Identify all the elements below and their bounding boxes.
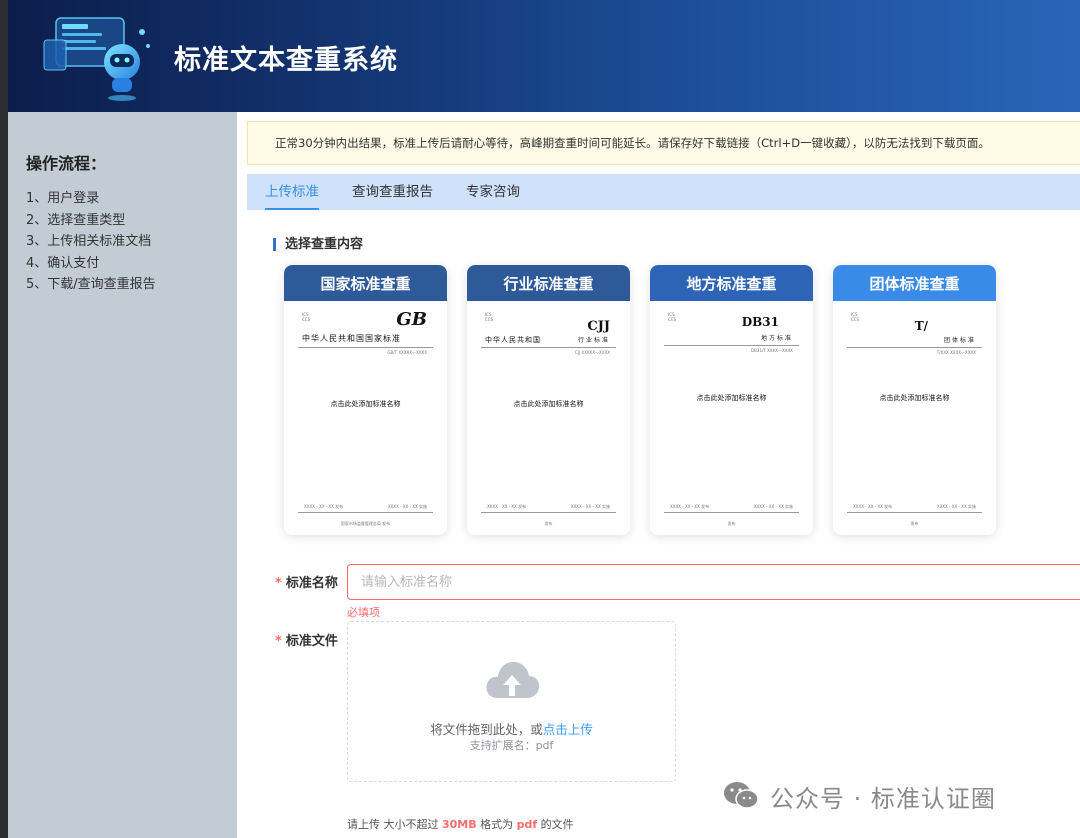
doc-code: CJJ xyxy=(587,319,610,334)
main-content: 正常30分钟内出结果，标准上传后请耐心等待，高峰期查重时间可能延长。请保存好下载… xyxy=(237,112,1080,838)
card-title: 地方标准查重 xyxy=(650,265,813,301)
card-title: 团体标准查重 xyxy=(833,265,996,301)
doc-number: DB31/T XXXX—XXXX xyxy=(751,348,793,353)
card-title: 国家标准查重 xyxy=(284,265,447,301)
section-title: 选择查重内容 xyxy=(273,238,363,251)
doc-number: T/XXX XXXX—XXXX xyxy=(936,350,976,355)
doc-name: 点击此处添加标准名称 xyxy=(696,394,767,402)
doc-footer: 发布 xyxy=(910,521,919,526)
name-error-text: 必填项 xyxy=(347,606,380,619)
doc-number: CJJ XXXXX—XXXX xyxy=(574,350,610,355)
drag-hint: 将文件拖到此处，或点击上传 xyxy=(430,722,593,737)
standard-name-input[interactable] xyxy=(347,564,1080,600)
flow-step: 1、用户登录 xyxy=(26,191,100,206)
doc-code: T/ xyxy=(914,319,928,333)
doc-date-right: XXXX - XX - XX 实施 xyxy=(936,504,976,509)
doc-name: 点击此处添加标准名称 xyxy=(330,400,401,408)
doc-date-right: XXXX - XX - XX 实施 xyxy=(387,504,427,509)
card-industry-standard[interactable]: 行业标准查重 ICS CCS CJJ 中华人民共和国 行业标准 CJJ XXXX… xyxy=(467,265,630,535)
flow-step: 4、确认支付 xyxy=(26,255,100,271)
standard-cover-thumbnail: ICS CCS T/ 团体标准 T/XXX XXXX—XXXX 点击此处添加标准… xyxy=(847,307,982,526)
app-title: 标准文本查重系统 xyxy=(174,45,398,76)
tab-query-report[interactable]: 查询查重报告 xyxy=(352,174,433,210)
watermark: 公众号 · 标准认证圈 xyxy=(722,776,996,816)
upload-tip: 请上传 大小不超过 30MB 格式为 pdf 的文件 xyxy=(347,818,574,831)
tab-upload-standard[interactable]: 上传标准 xyxy=(265,174,319,210)
doc-date-left: XXXX - XX - XX 发布 xyxy=(487,504,527,509)
flow-title: 操作流程： xyxy=(26,154,107,173)
left-edge-strip xyxy=(0,0,8,838)
flow-step: 2、选择查重类型 xyxy=(26,212,126,228)
tab-expert-consult[interactable]: 专家咨询 xyxy=(466,174,520,210)
tab-bar: 上传标准 查询查重报告 专家咨询 xyxy=(247,174,1080,210)
standard-cover-thumbnail: ICS CCS GB 中华人民共和国国家标准 GB/T XXXXX—XXXX 点… xyxy=(298,307,433,526)
doc-org-line: 中华人民共和国 xyxy=(485,336,541,344)
notice-banner: 正常30分钟内出结果，标准上传后请耐心等待，高峰期查重时间可能延长。请保存好下载… xyxy=(247,121,1080,165)
doc-footer: 发布 xyxy=(727,521,736,526)
doc-name: 点击此处添加标准名称 xyxy=(513,400,584,408)
doc-sub-line: 团体标准 xyxy=(943,337,976,344)
extension-hint: 支持扩展名：pdf xyxy=(469,739,554,752)
flow-step: 3、上传相关标准文档 xyxy=(26,234,152,249)
sidebar: 操作流程： 1、用户登录 2、选择查重类型 3、上传相关标准文档 4、确认支付 … xyxy=(8,112,237,838)
doc-name: 点击此处添加标准名称 xyxy=(879,394,950,402)
doc-date-left: XXXX - XX - XX 发布 xyxy=(670,504,710,509)
flow-steps: 1、用户登录 2、选择查重类型 3、上传相关标准文档 4、确认支付 5、下载/查… xyxy=(26,188,156,296)
card-national-standard[interactable]: 国家标准查重 ICS CCS GB 中华人民共和国国家标准 GB/T XXXXX… xyxy=(284,265,447,535)
standard-cover-thumbnail: ICS CCS CJJ 中华人民共和国 行业标准 CJJ XXXXX—XXXX … xyxy=(481,307,616,526)
doc-date-right: XXXX - XX - XX 实施 xyxy=(570,504,610,509)
doc-footer: 国家市场监督管理总局 发布 xyxy=(340,521,391,526)
doc-org-line: 中华人民共和国国家标准 xyxy=(302,334,401,343)
click-upload-link[interactable]: 点击上传 xyxy=(543,722,593,737)
flow-step: 5、下载/查询查重报告 xyxy=(26,277,156,292)
doc-number: GB/T XXXXX—XXXX xyxy=(387,350,427,355)
watermark-text: 公众号 · 标准认证圈 xyxy=(770,784,996,813)
upload-cloud-icon xyxy=(486,661,540,698)
name-label: * 标准名称 xyxy=(275,576,338,591)
doc-sub-line: 地方标准 xyxy=(760,335,793,342)
standard-cover-thumbnail: ICS CCS DB31 地方标准 DB31/T XXXX—XXXX 点击此处添… xyxy=(664,307,799,526)
app-header: 标准文本查重系统 xyxy=(8,0,1080,112)
doc-date-right: XXXX - XX - XX 实施 xyxy=(753,504,793,509)
doc-code: GB xyxy=(396,309,427,330)
card-title: 行业标准查重 xyxy=(467,265,630,301)
doc-footer: 发布 xyxy=(544,521,553,526)
doc-date-left: XXXX - XX - XX 发布 xyxy=(304,504,344,509)
doc-sub-line: 行业标准 xyxy=(577,337,610,344)
wechat-icon xyxy=(724,782,759,809)
file-label: * 标准文件 xyxy=(275,634,338,649)
file-upload-dropzone[interactable]: 将文件拖到此处，或点击上传 支持扩展名：pdf xyxy=(347,621,676,782)
card-local-standard[interactable]: 地方标准查重 ICS CCS DB31 地方标准 DB31/T XXXX—XXX… xyxy=(650,265,813,535)
doc-date-left: XXXX - XX - XX 发布 xyxy=(853,504,893,509)
robot-logo-icon xyxy=(43,17,150,101)
card-group-standard[interactable]: 团体标准查重 ICS CCS T/ 团体标准 T/XXX XXXX—XXXX 点… xyxy=(833,265,996,535)
doc-code: DB31 xyxy=(741,315,779,329)
